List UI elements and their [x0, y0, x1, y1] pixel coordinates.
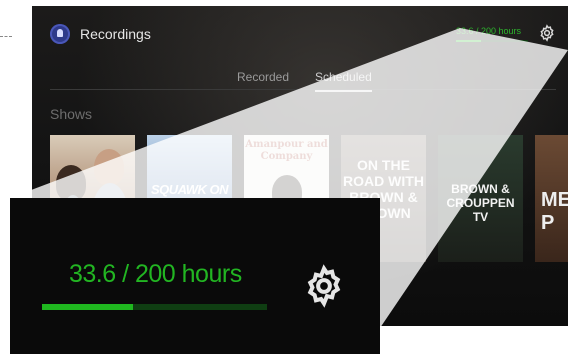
section-heading: Shows [50, 106, 93, 122]
show-title: ME P [541, 189, 568, 234]
show-title: Amanpour and Company [245, 139, 328, 162]
storage-text: 33.6 / 200 hours [456, 26, 522, 36]
zoom-callout: 33.6 / 200 hours [10, 198, 380, 354]
person-image [94, 149, 124, 185]
storage-bar-track [456, 40, 528, 42]
show-tile[interactable]: ME P [535, 135, 568, 262]
gear-icon[interactable] [538, 24, 556, 42]
gear-icon[interactable] [302, 264, 346, 308]
page-title: Recordings [80, 26, 151, 42]
show-tile[interactable]: BROWN & CROUPPEN TV [438, 135, 523, 262]
show-title: BROWN & CROUPPEN TV [446, 182, 515, 224]
storage-indicator: 33.6 / 200 hours [456, 26, 528, 42]
tab-divider [50, 89, 556, 90]
storage-bar-track-zoomed [42, 304, 267, 310]
storage-bar-fill-zoomed [42, 304, 133, 310]
app-logo-icon [50, 24, 70, 44]
storage-text-zoomed: 33.6 / 200 hours [69, 260, 242, 288]
storage-bar-fill [456, 40, 482, 42]
connector-line [0, 36, 12, 37]
